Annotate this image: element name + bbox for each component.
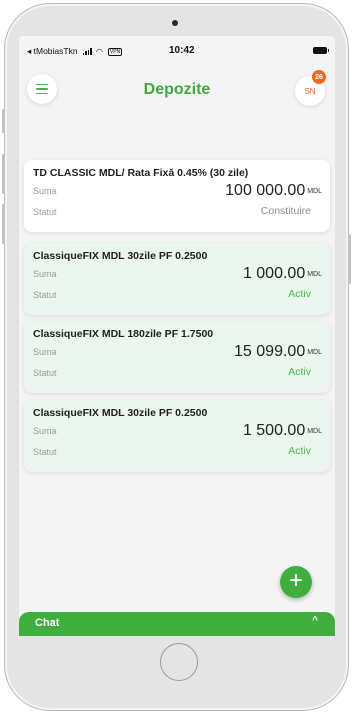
amount-label: Suma <box>33 347 57 357</box>
status-carrier-group: ◂ tMobiasTkn ◠ VPN <box>27 46 123 57</box>
notification-badge: 26 <box>312 70 326 84</box>
status-bar: ◂ tMobiasTkn ◠ VPN 10:42 <box>19 36 335 66</box>
status-label: Statut <box>33 290 57 300</box>
status-label: Statut <box>33 207 57 217</box>
app-screen: ◂ tMobiasTkn ◠ VPN 10:42 Depozite SN 26 … <box>19 36 335 636</box>
phone-volume-up-button <box>2 154 5 194</box>
wifi-icon: ◠ <box>95 47 103 56</box>
chat-bar[interactable]: Chat ^ <box>19 612 335 636</box>
carrier-label: ◂ tMobiasTkn <box>27 46 78 56</box>
status-label: Statut <box>33 447 57 457</box>
phone-volume-down-button <box>2 204 5 244</box>
front-camera <box>172 20 178 26</box>
chat-label: Chat <box>35 617 60 629</box>
deposit-amount: 1 500.00 MDL <box>242 422 322 439</box>
signal-icon <box>82 48 92 55</box>
phone-side-button <box>2 109 5 133</box>
amount-label: Suma <box>33 426 57 436</box>
deposit-status: Activ <box>288 366 311 378</box>
battery-icon <box>313 47 329 54</box>
status-time: 10:42 <box>169 45 195 56</box>
deposit-amount: 15 099.00 MDL <box>234 343 322 360</box>
deposit-card[interactable]: ClassiqueFIX MDL 180zile PF 1.7500 Suma … <box>24 321 330 393</box>
vpn-badge: VPN <box>107 47 123 56</box>
status-label: Statut <box>33 368 57 378</box>
currency-label: MDL <box>307 271 322 278</box>
deposit-card[interactable]: ClassiqueFIX MDL 30zile PF 0.2500 Suma 1… <box>24 400 330 472</box>
deposit-name: ClassiqueFIX MDL 180zile PF 1.7500 <box>33 328 214 340</box>
amount-label: Suma <box>33 186 57 196</box>
currency-label: MDL <box>307 349 322 356</box>
deposit-name: ClassiqueFIX MDL 30zile PF 0.2500 <box>33 250 208 262</box>
deposit-status: Activ <box>288 288 311 300</box>
deposit-name: ClassiqueFIX MDL 30zile PF 0.2500 <box>33 407 208 419</box>
currency-label: MDL <box>307 188 322 195</box>
currency-label: MDL <box>307 428 322 435</box>
deposit-status: Constituire <box>260 205 311 217</box>
deposit-name: TD CLASSIC MDL/ Rata Fixă 0.45% (30 zile… <box>33 167 249 179</box>
app-header: Depozite SN 26 <box>19 68 335 118</box>
deposit-status: Activ <box>288 445 311 457</box>
amount-label: Suma <box>33 269 57 279</box>
chevron-up-icon[interactable]: ^ <box>312 615 318 626</box>
plus-icon: + <box>288 567 303 594</box>
deposit-card[interactable]: ClassiqueFIX MDL 30zile PF 0.2500 Suma 1… <box>24 243 330 315</box>
deposit-card[interactable]: TD CLASSIC MDL/ Rata Fixă 0.45% (30 zile… <box>24 160 330 232</box>
deposit-amount: 100 000.00 MDL <box>225 182 322 199</box>
phone-power-button <box>348 234 351 284</box>
deposit-amount: 1 000.00 MDL <box>242 265 322 282</box>
add-deposit-button[interactable]: + <box>280 566 312 598</box>
home-button[interactable] <box>160 643 198 681</box>
page-title: Depozite <box>143 81 211 98</box>
